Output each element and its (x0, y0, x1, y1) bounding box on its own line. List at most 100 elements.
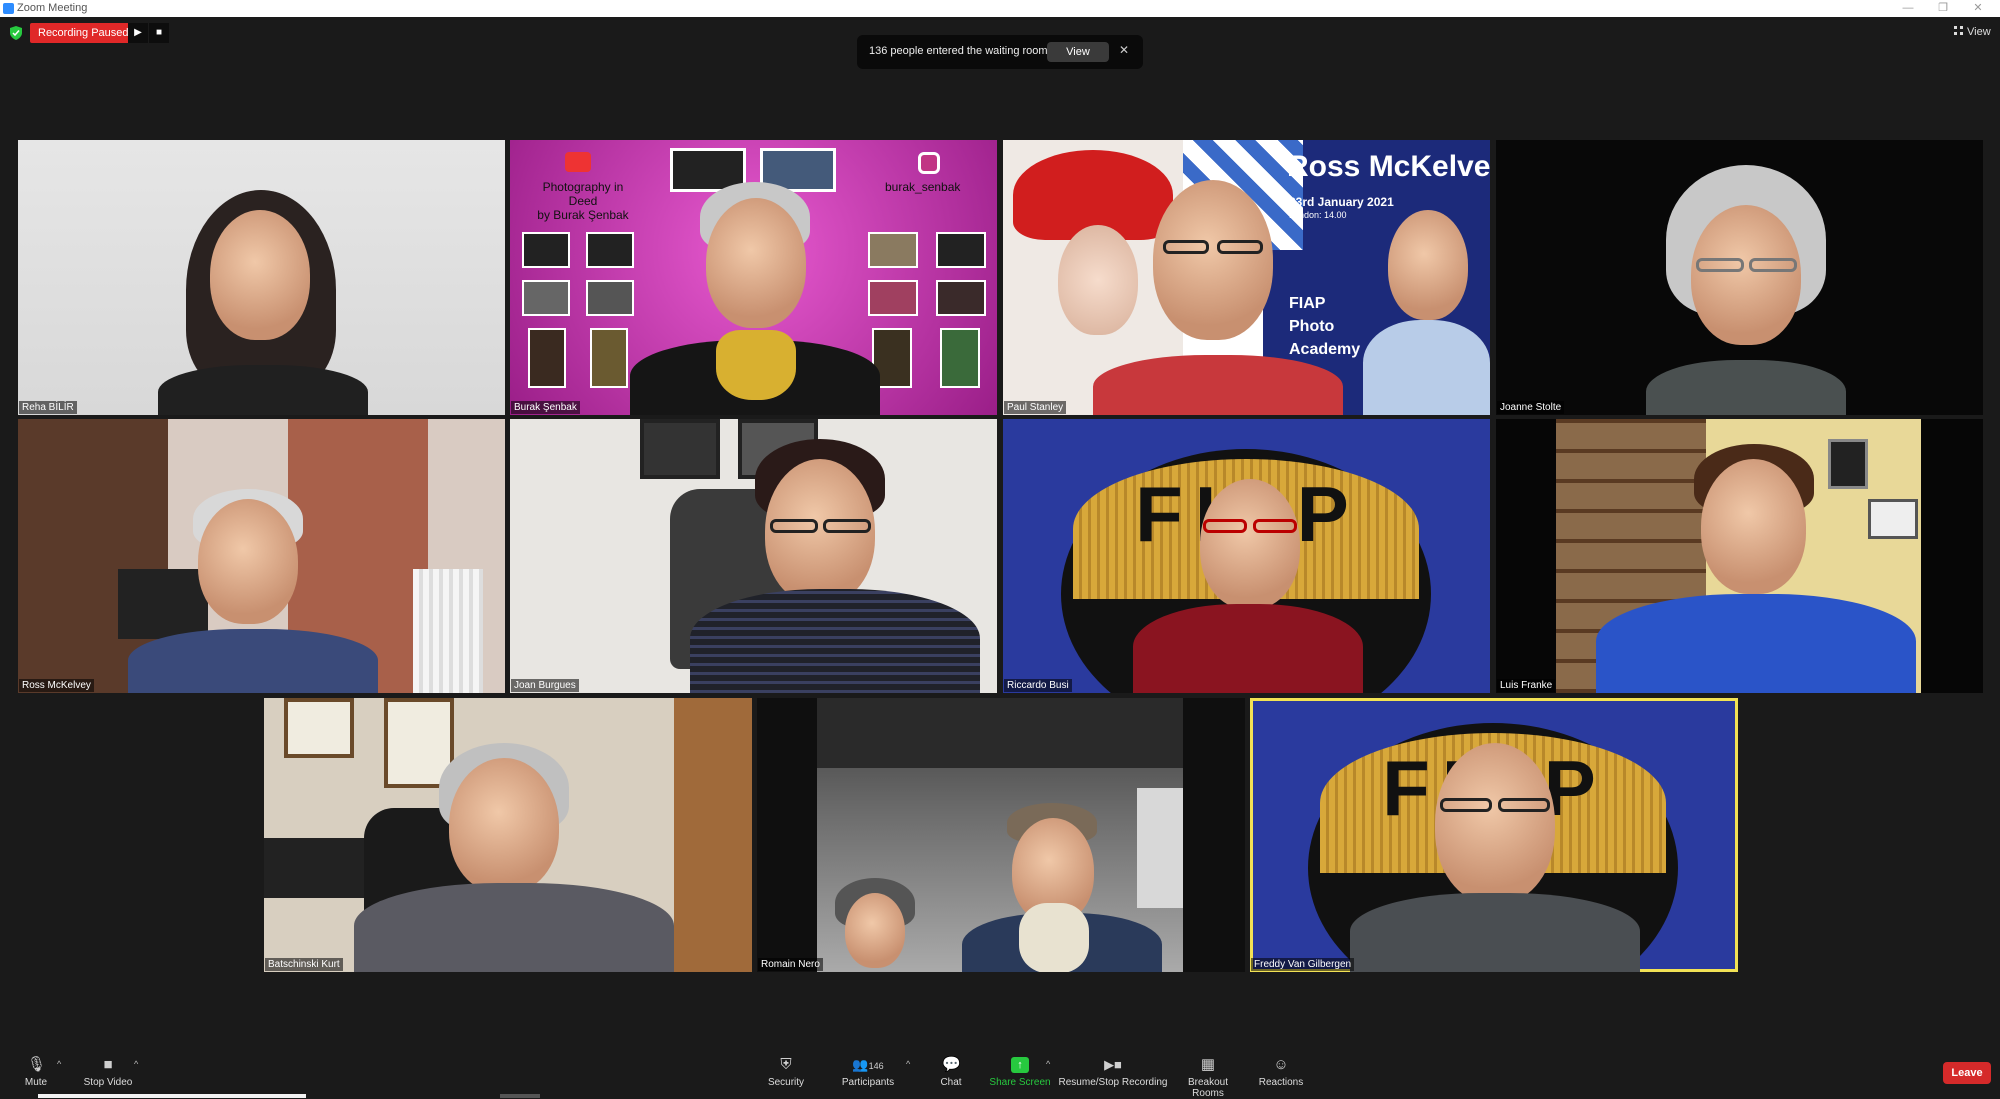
chat-button[interactable]: 💬 Chat (933, 1053, 969, 1089)
photo-thumb (528, 328, 566, 388)
youtube-icon (565, 152, 591, 172)
video-options-caret-icon[interactable]: ^ (134, 1059, 138, 1069)
participants-options-caret-icon[interactable]: ^ (906, 1059, 910, 1069)
participant-glasses (1749, 258, 1797, 272)
participant-face (1200, 479, 1300, 609)
participant-name: Joan Burgues (511, 679, 579, 692)
video-tile-ross[interactable]: Ross McKelvey (18, 419, 505, 693)
participants-icon: 👥146 (852, 1057, 884, 1072)
participant-face (210, 210, 310, 340)
participants-label: Participants (841, 1077, 895, 1088)
participant-glasses (1163, 240, 1209, 254)
share-options-caret-icon[interactable]: ^ (1046, 1059, 1050, 1069)
mute-button[interactable]: 🎙 Mute (16, 1053, 56, 1089)
video-tile-romain[interactable]: Romain Nero (757, 698, 1245, 972)
breakout-grid-icon: ▦ (1200, 1056, 1216, 1073)
waiting-room-close-icon[interactable]: ✕ (1119, 43, 1129, 57)
photo-thumb (586, 280, 634, 316)
participant-name: Ross McKelvey (19, 679, 94, 692)
photo-thumb (936, 232, 986, 268)
photo-thumb (940, 328, 980, 388)
microphone-icon: 🎙 (27, 1056, 47, 1073)
bg-radiator (413, 569, 483, 693)
waiting-room-message: 136 people entered the waiting room (869, 45, 1048, 57)
mute-label: Mute (24, 1077, 48, 1088)
participant-face (1701, 459, 1806, 594)
horizontal-scrollbar-indicator[interactable] (500, 1094, 540, 1098)
participant-name: Reha BİLİR (19, 401, 77, 414)
participant-face (198, 499, 298, 624)
security-button[interactable]: ⛨ Security (763, 1053, 809, 1089)
smiley-plus-icon: ☺ (1273, 1056, 1289, 1073)
participant-count: 146 (868, 1061, 884, 1071)
participant-body (1350, 893, 1640, 972)
resume-recording-button[interactable]: ▶ (128, 23, 148, 43)
poster-face (1388, 210, 1468, 320)
participant-glasses (1696, 258, 1744, 272)
breakout-label: Breakout Rooms (1187, 1077, 1229, 1099)
record-controls-icon: ▶■ (1104, 1057, 1122, 1072)
recording-paused-badge: Recording Paused (30, 23, 143, 43)
participant-name: Batschinski Kurt (265, 958, 343, 971)
participant-face (449, 758, 559, 893)
video-tile-joanne[interactable]: Joanne Stolte (1496, 140, 1983, 415)
breakout-rooms-button[interactable]: ▦ Breakout Rooms (1171, 1053, 1245, 1099)
participant-body (158, 365, 368, 415)
reactions-label: Reactions (1258, 1077, 1304, 1088)
photo-thumb (522, 280, 570, 316)
video-tile-paul[interactable]: Ross McKelvey 23rd January 2021 London: … (1003, 140, 1490, 415)
photo-thumb (586, 232, 634, 268)
resume-stop-recording-button[interactable]: ▶■ Resume/Stop Recording (1058, 1053, 1168, 1088)
close-window-button[interactable]: ✕ (1963, 0, 1993, 17)
video-tile-freddy-active-speaker[interactable]: FIAP Freddy Van Gilbergen (1250, 698, 1738, 972)
participant-body (354, 883, 674, 972)
reactions-button[interactable]: ☺ Reactions (1258, 1053, 1304, 1089)
participant-name: Paul Stanley (1004, 401, 1067, 414)
video-tile-joan[interactable]: Joan Burgues (510, 419, 997, 693)
participant-name: Burak Şenbak (511, 401, 580, 414)
stop-video-label: Stop Video (83, 1077, 133, 1088)
scarf (716, 330, 796, 400)
leave-meeting-button[interactable]: Leave (1943, 1062, 1991, 1084)
burak-bg-handle: burak_senbak (885, 180, 961, 194)
audio-options-caret-icon[interactable]: ^ (57, 1059, 61, 1069)
participant-face (1153, 180, 1273, 340)
grid-icon (1954, 26, 1963, 35)
share-screen-label: Share Screen (989, 1077, 1051, 1088)
chat-bubble-icon: 💬 (942, 1056, 961, 1073)
video-tile-luis[interactable]: Luis Franke (1496, 419, 1983, 693)
participant-body (1133, 604, 1363, 693)
horizontal-scrollbar-thumb[interactable] (38, 1094, 306, 1098)
video-tile-burak[interactable]: Photography in Deed by Burak Şenbak burak… (510, 140, 997, 415)
view-menu-button[interactable]: View (1954, 23, 1991, 41)
participant-name: Joanne Stolte (1497, 401, 1565, 414)
stop-video-button[interactable]: ■ Stop Video (78, 1053, 138, 1089)
poster-body (1363, 320, 1490, 415)
video-tile-reha[interactable]: Reha BİLİR (18, 140, 505, 415)
photo-thumb (936, 280, 986, 316)
participant-face (1435, 743, 1555, 903)
bg-printer (264, 838, 374, 898)
maximize-button[interactable]: ❐ (1928, 0, 1958, 17)
participant-glasses (1253, 519, 1297, 533)
participant-glasses (770, 519, 818, 533)
scarf (1019, 903, 1089, 972)
bg-photo-board (118, 569, 208, 639)
passenger-face (845, 893, 905, 968)
stop-recording-button[interactable]: ■ (149, 23, 169, 43)
recording-label: Resume/Stop Recording (1058, 1077, 1168, 1088)
participants-button[interactable]: 👥146 Participants (838, 1053, 898, 1088)
chat-label: Chat (940, 1077, 962, 1088)
video-tile-batschinski[interactable]: Batschinski Kurt (264, 698, 752, 972)
photo-thumb (590, 328, 628, 388)
share-screen-button[interactable]: ↑ Share Screen (988, 1053, 1052, 1088)
shield-icon: ⛨ (780, 1056, 792, 1073)
window-title: Zoom Meeting (17, 2, 88, 14)
encryption-shield-icon[interactable] (10, 26, 22, 40)
participant-glasses (1203, 519, 1247, 533)
video-tile-riccardo[interactable]: FIAP Riccardo Busi (1003, 419, 1490, 693)
participant-glasses (1440, 798, 1492, 812)
photo-thumb (522, 232, 570, 268)
minimize-button[interactable]: — (1893, 0, 1923, 17)
waiting-room-view-button[interactable]: View (1047, 42, 1109, 62)
